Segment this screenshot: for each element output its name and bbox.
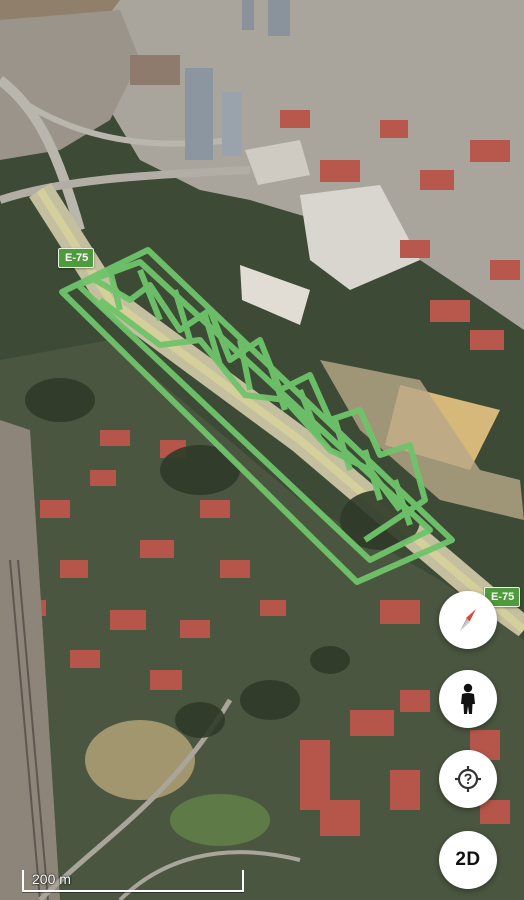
street-view-button[interactable] — [439, 670, 497, 728]
my-location-button[interactable] — [439, 750, 497, 808]
location-target-icon — [455, 766, 481, 792]
map-scale: 200 m — [22, 870, 244, 892]
satellite-map-view[interactable]: E-75 E-75 2D 200 m — [0, 0, 524, 900]
pegman-icon — [461, 683, 475, 714]
compass-icon — [460, 609, 476, 631]
compass-button[interactable] — [439, 591, 497, 649]
view-mode-label: 2D — [455, 849, 481, 870]
view-mode-toggle-button[interactable]: 2D — [439, 831, 497, 889]
highway-label-e75-top: E-75 — [58, 248, 95, 268]
scale-label: 200 m — [32, 871, 71, 887]
